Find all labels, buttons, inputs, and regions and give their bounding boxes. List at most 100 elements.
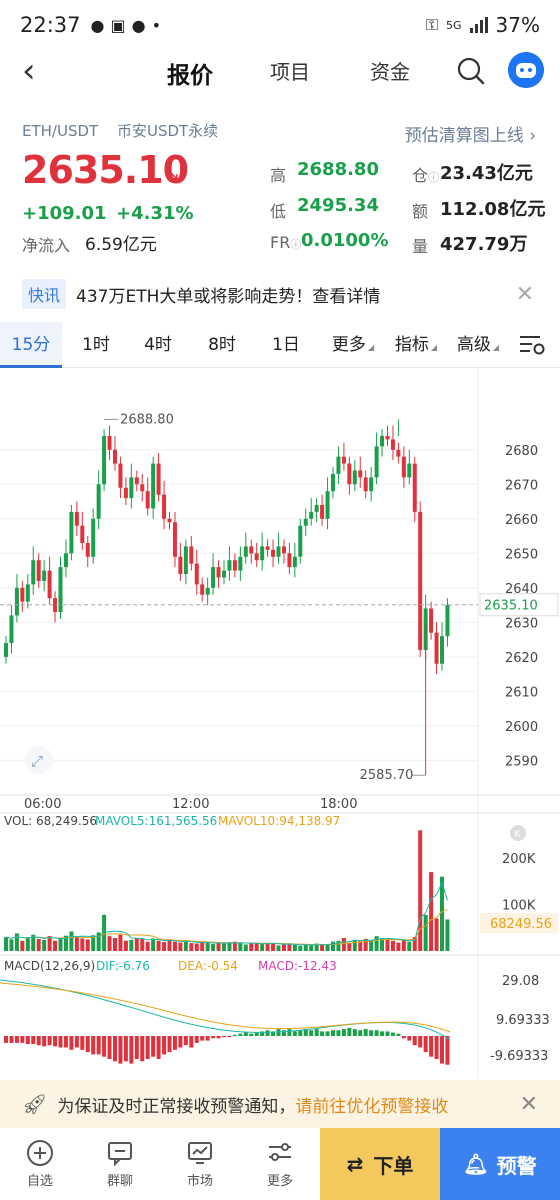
- alert-banner: 🚀︎ 为保证及时正常接收预警通知，请前往优化预警接收 ✕: [0, 1080, 560, 1128]
- chart-settings-icon[interactable]: [518, 334, 546, 356]
- macd-bar: [292, 1031, 297, 1036]
- macd-bar: [42, 1036, 47, 1047]
- interval-8h[interactable]: 8时: [194, 322, 250, 368]
- volume-bar: [238, 943, 243, 951]
- macd-bar: [298, 1030, 303, 1036]
- macd-bar: [385, 1031, 390, 1036]
- candle-body: [352, 470, 357, 485]
- volume-bar: [9, 939, 14, 951]
- interval-4h[interactable]: 4时: [130, 322, 186, 368]
- volume-bar: [200, 941, 205, 951]
- volume-bar: [129, 939, 134, 951]
- gallery-icon: ▣: [110, 15, 126, 35]
- macd-bar: [156, 1036, 161, 1059]
- vol-last-label: 68249.56: [490, 917, 552, 932]
- order-button[interactable]: ⇄ 下单: [320, 1128, 440, 1200]
- candle-body: [325, 491, 330, 519]
- close-icon[interactable]: ✕: [520, 1092, 538, 1117]
- volume-bar: [423, 914, 428, 951]
- volume-bar: [341, 938, 346, 951]
- robot-avatar-icon[interactable]: [508, 52, 544, 88]
- candle-body: [401, 456, 406, 478]
- volume-bar: [20, 940, 25, 951]
- interval-more[interactable]: 更多 ◢: [326, 322, 380, 368]
- nav-label: 群聊: [106, 1174, 133, 1189]
- volume-bar: [69, 931, 74, 951]
- tab-project[interactable]: 项目: [240, 56, 340, 90]
- candle-body: [129, 477, 134, 499]
- high-marker: 2688.80: [120, 412, 174, 427]
- advanced-menu[interactable]: 高级 ◢: [452, 322, 504, 368]
- candle-body: [412, 463, 417, 512]
- candle-body: [118, 463, 123, 488]
- candle-body: [63, 553, 68, 568]
- interval-1d[interactable]: 1日: [258, 322, 314, 368]
- dea-label: DEA:-0.54: [178, 959, 238, 973]
- tab-quote[interactable]: 报价: [140, 56, 240, 90]
- bell-icon: 🔔︎: [463, 1152, 489, 1176]
- volume-bar: [265, 943, 270, 951]
- wechat-icon: ●: [90, 15, 105, 35]
- macd-bar: [151, 1036, 156, 1057]
- fr-value: 0.0100%: [301, 230, 389, 251]
- y-tick-label: 2670: [505, 478, 538, 493]
- macd-bar: [347, 1027, 352, 1036]
- news-ticker[interactable]: 快讯 437万ETH大单或将影响走势！查看详情 ✕: [0, 276, 560, 312]
- close-icon[interactable]: ✕: [516, 282, 534, 307]
- candle-body: [134, 477, 139, 485]
- candle-body: [385, 435, 390, 440]
- nav-more[interactable]: 更多: [240, 1128, 320, 1200]
- alert-link[interactable]: 请前往优化预警接收: [295, 1097, 448, 1117]
- volume-bar: [151, 938, 156, 951]
- search-icon[interactable]: [456, 56, 486, 86]
- interval-tabs: 15分 1时 4时 8时 1日 更多 ◢ 指标 ◢ 高级 ◢: [0, 322, 560, 368]
- interval-15m[interactable]: 15分: [0, 322, 62, 368]
- macd-bar: [85, 1036, 90, 1053]
- pair-symbol: ETH/USDT: [22, 122, 99, 140]
- x-tick-label: 18:00: [320, 797, 357, 812]
- k-badge-glyph: K: [514, 829, 521, 840]
- candle-body: [287, 553, 292, 568]
- volume-label: 量: [412, 237, 429, 256]
- candle-body: [74, 511, 79, 526]
- macd-bar: [162, 1036, 167, 1055]
- nav-watchlist[interactable]: 自选: [0, 1128, 80, 1200]
- kline-chart-svg[interactable]: 2680267026602650264026302620261026002590…: [0, 368, 560, 1078]
- indicator-menu[interactable]: 指标 ◢: [390, 322, 442, 368]
- candle-body: [407, 463, 412, 478]
- volume-value: 427.79万: [440, 234, 528, 255]
- macd-tick-label: 9.69333: [496, 1013, 550, 1028]
- volume-bar: [325, 944, 330, 951]
- volume-bar: [162, 942, 167, 951]
- chart-area[interactable]: 2680 2670 2660 2650 2640 2630 2620 2610 2600 2590…: [0, 368, 560, 1078]
- macd-bar: [9, 1036, 14, 1043]
- volume-bar: [211, 944, 216, 951]
- back-icon[interactable]: ‹: [22, 54, 52, 90]
- low-label: 低: [270, 202, 287, 221]
- nav-chat[interactable]: 群聊: [80, 1128, 160, 1200]
- macd-bar: [396, 1033, 401, 1036]
- macd-bar: [216, 1036, 221, 1039]
- liquidation-map-link[interactable]: 预估清算图上线 ›: [405, 121, 536, 146]
- candle-body: [358, 470, 363, 478]
- volume-bar: [374, 936, 379, 951]
- y-tick-label: 2610: [505, 685, 538, 700]
- volume-bar: [281, 944, 286, 951]
- macd-bar: [232, 1034, 237, 1036]
- macd-bar: [189, 1036, 194, 1048]
- nav-market[interactable]: 市场: [160, 1128, 240, 1200]
- interval-1h[interactable]: 1时: [68, 322, 124, 368]
- candle-body: [216, 567, 221, 578]
- volume-bar: [298, 945, 303, 951]
- candle-body: [380, 435, 385, 447]
- macd-bar: [320, 1031, 325, 1036]
- tab-funds[interactable]: 资金: [340, 56, 440, 90]
- macd-bar: [238, 1033, 243, 1036]
- volume-bar: [249, 943, 254, 951]
- alert-button[interactable]: 🔔︎ 预警: [440, 1128, 560, 1200]
- volume-bar: [14, 933, 19, 951]
- volume-bar: [363, 938, 368, 951]
- news-text[interactable]: 437万ETH大单或将影响走势！查看详情: [76, 282, 380, 307]
- fr-label: FRⓘ: [270, 233, 302, 252]
- candle-body: [156, 463, 161, 495]
